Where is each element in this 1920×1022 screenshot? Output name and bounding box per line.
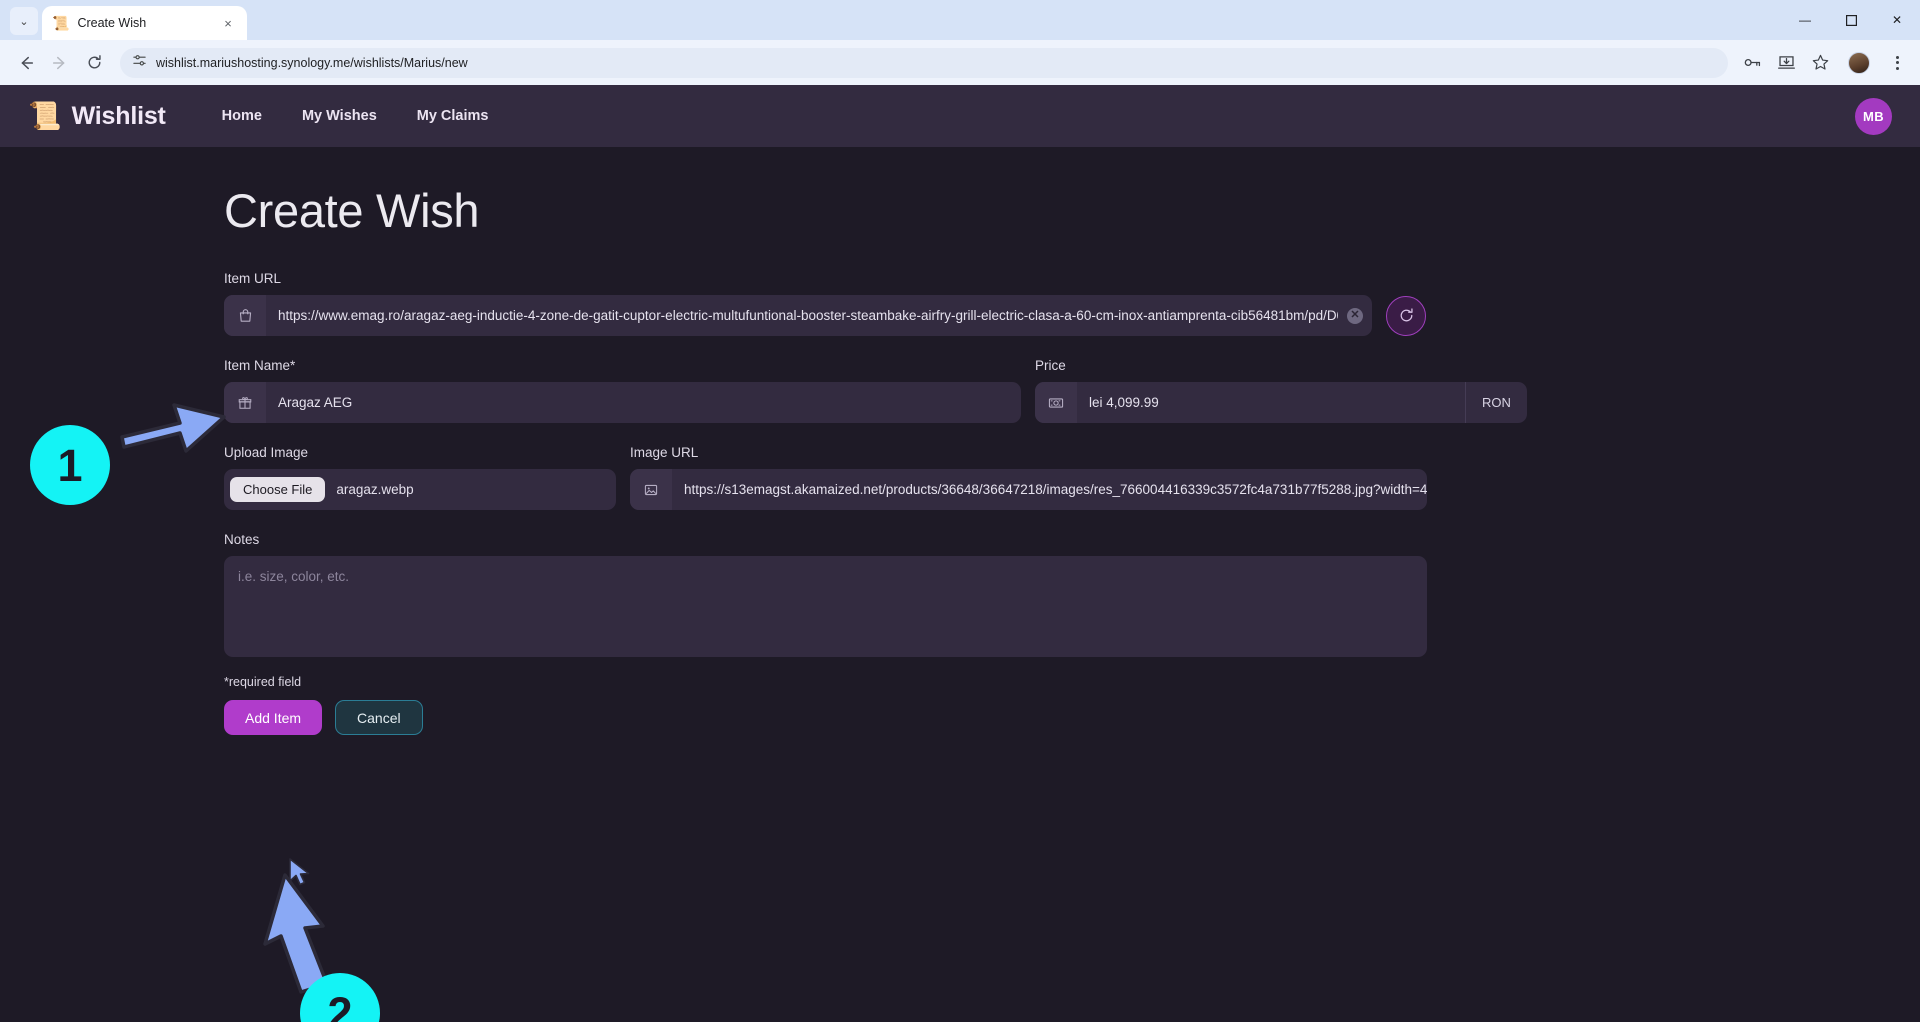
item-url-value: https://www.emag.ro/aragaz-aeg-inductie-… [278, 308, 1338, 323]
notes-label: Notes [224, 532, 260, 547]
close-icon[interactable]: × [219, 14, 237, 32]
clear-url-button[interactable]: ✕ [1338, 295, 1372, 336]
currency-suffix: RON [1465, 382, 1527, 423]
page-body: 📜 Wishlist Home My Wishes My Claims MB C… [0, 85, 1920, 1022]
form-content: Create Wish Item URL https://www.emag.ro… [0, 147, 1920, 735]
choose-file-button[interactable]: Choose File [230, 477, 326, 502]
back-icon[interactable] [10, 47, 42, 79]
install-app-icon[interactable] [1772, 49, 1800, 77]
price-label: Price [1035, 358, 1066, 373]
browser-menu-icon[interactable] [1884, 55, 1910, 70]
nav-links: Home My Wishes My Claims [222, 108, 489, 124]
gift-icon [224, 382, 266, 423]
callout-marker-1: 1 [30, 425, 110, 505]
form-actions: Add Item Cancel [224, 700, 1920, 735]
tab-strip: ⌄ 📜 Create Wish × — ✕ [0, 0, 1920, 40]
scroll-icon: 📜 [52, 15, 70, 31]
window-controls: — ✕ [1782, 0, 1920, 40]
name-price-row: Item Name* Aragaz AEG Price lei 4,099.99… [224, 358, 1920, 423]
browser-toolbar: wishlist.mariushosting.synology.me/wishl… [0, 40, 1920, 85]
upload-image-label: Upload Image [224, 445, 309, 460]
cancel-button[interactable]: Cancel [335, 700, 423, 735]
minimize-button[interactable]: — [1782, 0, 1828, 40]
item-url-label: Item URL [224, 271, 282, 286]
shopping-bag-icon [224, 295, 266, 336]
browser-tab[interactable]: 📜 Create Wish × [42, 6, 247, 40]
toolbar-icons [1738, 49, 1910, 77]
item-url-row: https://www.emag.ro/aragaz-aeg-inductie-… [224, 295, 1426, 336]
site-navbar: 📜 Wishlist Home My Wishes My Claims MB [0, 85, 1920, 147]
callout-marker-2: 2 [300, 973, 380, 1022]
nav-item-home[interactable]: Home [222, 108, 262, 124]
browser-window: ⌄ 📜 Create Wish × — ✕ wishlist.mariushos… [0, 0, 1920, 1022]
close-button[interactable]: ✕ [1874, 0, 1920, 40]
image-url-value: https://s13emagst.akamaized.net/products… [684, 482, 1427, 497]
required-field-note: *required field [224, 675, 302, 689]
browser-profile-avatar[interactable] [1848, 51, 1870, 74]
item-url-field[interactable]: https://www.emag.ro/aragaz-aeg-inductie-… [224, 295, 1372, 336]
user-avatar[interactable]: MB [1855, 97, 1892, 135]
image-url-label: Image URL [630, 445, 699, 460]
nav-item-my-wishes[interactable]: My Wishes [302, 108, 377, 124]
image-icon [630, 469, 672, 510]
price-value: lei 4,099.99 [1089, 395, 1159, 410]
bookmark-star-icon[interactable] [1806, 49, 1834, 77]
site-settings-icon[interactable] [132, 53, 147, 73]
banknote-icon [1035, 382, 1077, 423]
item-name-field[interactable]: Aragaz AEG [224, 382, 1021, 423]
uploaded-filename: aragaz.webp [336, 482, 414, 497]
item-name-value: Aragaz AEG [278, 395, 353, 410]
brand[interactable]: 📜 Wishlist [28, 102, 166, 131]
password-key-icon[interactable] [1738, 49, 1766, 77]
maximize-button[interactable] [1828, 0, 1874, 40]
brand-text: Wishlist [71, 101, 166, 130]
forward-icon[interactable] [44, 47, 76, 79]
reload-icon[interactable] [78, 47, 110, 79]
mouse-cursor-icon [289, 858, 310, 886]
notes-section: Notes i.e. size, color, etc. [224, 532, 1427, 657]
price-field[interactable]: lei 4,099.99 RON [1035, 382, 1527, 423]
tab-title: Create Wish [77, 16, 147, 30]
page-title: Create Wish [224, 184, 480, 237]
refresh-url-button[interactable] [1386, 295, 1426, 336]
tab-search-chevron-icon[interactable]: ⌄ [10, 7, 38, 35]
nav-item-my-claims[interactable]: My Claims [417, 108, 489, 124]
address-bar-url: wishlist.mariushosting.synology.me/wishl… [156, 55, 468, 70]
address-bar[interactable]: wishlist.mariushosting.synology.me/wishl… [120, 47, 1728, 78]
scroll-icon: 📜 [28, 100, 62, 131]
image-url-field[interactable]: https://s13emagst.akamaized.net/products… [630, 469, 1427, 510]
upload-image-field[interactable]: Choose File aragaz.webp [224, 469, 616, 510]
notes-textarea[interactable]: i.e. size, color, etc. [224, 556, 1427, 657]
close-icon: ✕ [1347, 307, 1363, 324]
item-name-label: Item Name* [224, 358, 296, 373]
image-row: Upload Image Choose File aragaz.webp Ima… [224, 445, 1920, 510]
add-item-button[interactable]: Add Item [224, 700, 323, 735]
